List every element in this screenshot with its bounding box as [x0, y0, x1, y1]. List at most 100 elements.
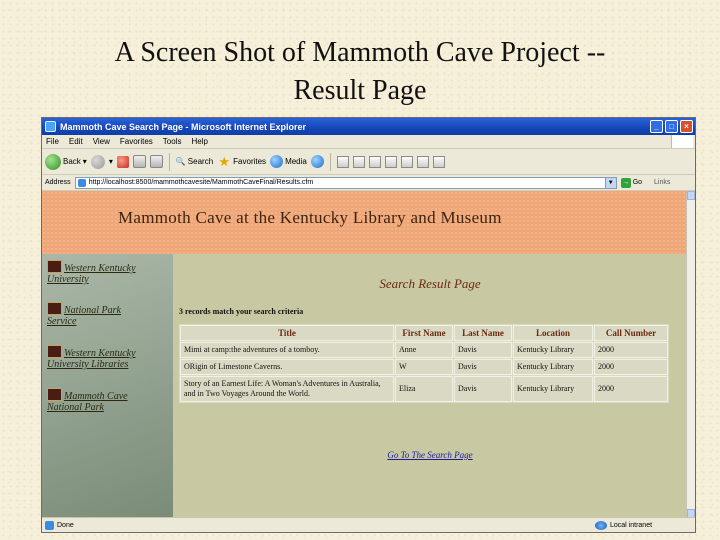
menu-edit[interactable]: Edit — [69, 137, 83, 146]
print-button[interactable] — [352, 155, 365, 168]
table-row: Mimi at camp:the adventures of a tomboy.… — [180, 342, 668, 358]
search-icon: 🔍 — [175, 157, 186, 166]
address-url: http://localhost:8500/mammothcavesite/Ma… — [88, 179, 314, 186]
table-header-row: Title First Name Last Name Location Call… — [180, 325, 668, 341]
status-bar: Done Local intranet — [42, 517, 695, 532]
status-text: Done — [57, 521, 74, 529]
toolbar-divider — [329, 152, 331, 171]
wku-logo-icon — [47, 260, 62, 273]
sidebar-link-wku[interactable]: Western Kentucky University — [47, 260, 136, 285]
main-content: Search Result Page 3 records match your … — [173, 254, 687, 518]
sidebar-link-line2: National Park — [47, 402, 104, 413]
security-zone-text: Local intranet — [610, 521, 653, 529]
favorites-label: Favorites — [233, 157, 267, 166]
history-button[interactable] — [310, 155, 324, 168]
cell-title: ORigin of Limestone Caverns. — [180, 359, 394, 375]
back-label: Back — [63, 157, 81, 166]
star-icon: ★ — [218, 153, 230, 169]
home-button[interactable] — [149, 155, 163, 168]
column-header-title: Title — [180, 325, 394, 341]
ie-icon — [45, 121, 56, 132]
results-table: Title First Name Last Name Location Call… — [179, 324, 669, 403]
toolbar-divider — [168, 152, 170, 171]
menu-help[interactable]: Help — [191, 137, 207, 146]
search-button[interactable]: 🔍 Search — [176, 157, 213, 166]
back-button[interactable]: Back ▾ — [45, 153, 87, 170]
menu-tools[interactable]: Tools — [163, 137, 182, 146]
mail-button[interactable] — [336, 155, 349, 168]
banner-title: Mammoth Cave at the Kentucky Library and… — [118, 208, 502, 227]
column-header-first-name: First Name — [395, 325, 453, 341]
cell-last-name: Davis — [454, 359, 512, 375]
sidebar-link-wku-libraries[interactable]: Western Kentucky University Libraries — [47, 345, 136, 370]
sidebar-link-line2: Service — [47, 316, 77, 327]
forward-button[interactable] — [90, 154, 105, 169]
go-button[interactable]: → Go — [620, 177, 643, 188]
address-input[interactable]: http://localhost:8500/mammothcavesite/Ma… — [74, 176, 617, 189]
encoding-button[interactable] — [432, 155, 445, 168]
messenger-button[interactable] — [400, 155, 413, 168]
cell-call-number: 2000 — [594, 342, 668, 358]
discuss-button[interactable] — [384, 155, 397, 168]
match-count-text: 3 records match your search criteria — [179, 307, 304, 316]
page-icon — [77, 178, 86, 187]
cell-last-name: Davis — [454, 342, 512, 358]
table-row: ORigin of Limestone Caverns. W Davis Ken… — [180, 359, 668, 375]
window-titlebar: Mammoth Cave Search Page - Microsoft Int… — [42, 118, 695, 135]
window-title: Mammoth Cave Search Page - Microsoft Int… — [60, 121, 307, 132]
sidebar-link-line1: Western Kentucky — [64, 263, 136, 274]
back-arrow-icon — [45, 153, 61, 170]
sidebar-link-line1: Western Kentucky — [64, 348, 136, 359]
wku-logo-icon — [47, 345, 62, 358]
edit-button[interactable] — [368, 155, 381, 168]
sidebar-link-line1: Mammoth Cave — [64, 391, 128, 402]
menu-file[interactable]: File — [46, 137, 59, 146]
links-button[interactable]: Links — [654, 179, 670, 186]
page-content: Mammoth Cave at the Kentucky Library and… — [42, 191, 687, 518]
sidebar-link-nps[interactable]: National Park Service — [47, 302, 121, 327]
page-done-icon — [45, 520, 54, 530]
sidebar-link-line2: University Libraries — [47, 359, 129, 370]
chevron-down-icon: ▾ — [82, 157, 87, 166]
go-label: Go — [632, 179, 643, 186]
minimize-button[interactable]: _ — [650, 120, 663, 133]
intranet-zone-icon — [595, 520, 607, 530]
nps-logo-icon — [47, 388, 62, 401]
cell-title: Story of an Earnest Life: A Woman's Adve… — [180, 376, 394, 402]
slide-title-line2: Result Page — [293, 75, 427, 106]
search-label: Search — [187, 157, 214, 166]
sidebar-link-line2: University — [47, 274, 89, 285]
column-header-call-number: Call Number — [594, 325, 668, 341]
sidebar-link-mammoth-cave[interactable]: Mammoth Cave National Park — [47, 388, 128, 413]
address-dropdown-button[interactable]: ▼ — [604, 177, 616, 188]
refresh-button[interactable] — [132, 155, 146, 168]
cell-title: Mimi at camp:the adventures of a tomboy. — [180, 342, 394, 358]
favorites-button[interactable]: ★ Favorites — [217, 153, 267, 169]
browser-window: Mammoth Cave Search Page - Microsoft Int… — [41, 117, 696, 533]
sidebar: Western Kentucky University National Par… — [42, 254, 173, 518]
slide-title-line1: A Screen Shot of Mammoth Cave Project -- — [114, 37, 606, 68]
address-bar: Address http://localhost:8500/mammothcav… — [42, 175, 695, 191]
menu-favorites[interactable]: Favorites — [120, 137, 153, 146]
sidebar-link-line1: National Park — [64, 305, 121, 316]
media-button[interactable]: Media — [270, 155, 307, 168]
chevron-down-icon[interactable]: ▾ — [109, 157, 113, 166]
scroll-up-button[interactable] — [687, 191, 695, 200]
cell-first-name: W — [395, 359, 453, 375]
media-icon — [270, 155, 284, 168]
cell-location: Kentucky Library — [513, 342, 593, 358]
stop-button[interactable] — [116, 155, 129, 168]
go-to-search-link[interactable]: Go To The Search Page — [173, 450, 687, 460]
cell-location: Kentucky Library — [513, 376, 593, 402]
maximize-button[interactable]: □ — [665, 120, 678, 133]
vertical-scrollbar[interactable] — [686, 191, 695, 518]
menu-view[interactable]: View — [93, 137, 110, 146]
column-header-location: Location — [513, 325, 593, 341]
close-button[interactable]: × — [680, 120, 693, 133]
research-button[interactable] — [416, 155, 429, 168]
cell-first-name: Eliza — [395, 376, 453, 402]
nps-logo-icon — [47, 302, 62, 315]
table-row: Story of an Earnest Life: A Woman's Adve… — [180, 376, 668, 402]
toolbar: Back ▾ ▾ 🔍 Search ★ Favorites Media — [42, 149, 695, 175]
media-label: Media — [285, 157, 307, 166]
